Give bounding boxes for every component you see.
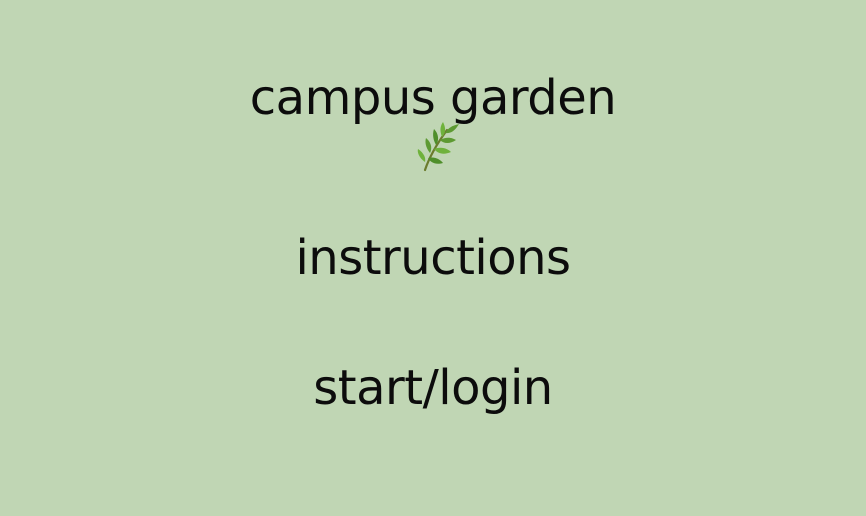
game-title: campus garden xyxy=(249,70,617,126)
title-screen: campus garden instructions start/login xyxy=(0,0,866,516)
instructions-button[interactable]: instructions xyxy=(0,228,866,288)
instructions-label: instructions xyxy=(295,230,571,286)
herb-leaf-icon xyxy=(417,122,459,172)
start-login-label: start/login xyxy=(313,360,553,416)
start-login-button[interactable]: start/login xyxy=(0,358,866,418)
